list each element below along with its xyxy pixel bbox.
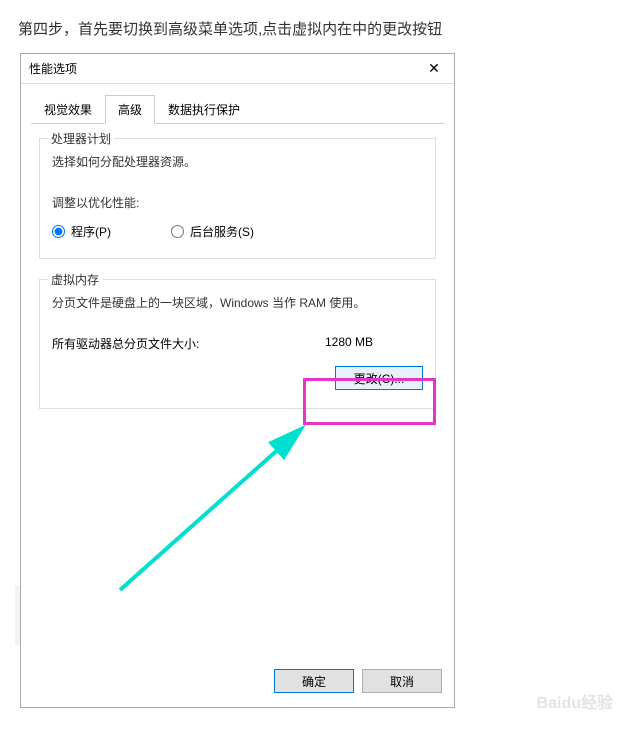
radio-programs[interactable]: 程序(P) bbox=[52, 223, 111, 240]
radio-programs-input[interactable] bbox=[52, 225, 65, 238]
instruction-text: 第四步，首先要切换到高级菜单选项,点击虚拟内在中的更改按钮 bbox=[0, 0, 633, 53]
change-button-wrap: 更改(C)... bbox=[52, 366, 423, 390]
tab-dep[interactable]: 数据执行保护 bbox=[155, 95, 253, 124]
tab-row: 视觉效果 高级 数据执行保护 bbox=[31, 94, 444, 124]
processor-legend: 处理器计划 bbox=[48, 130, 114, 147]
dialog-title: 性能选项 bbox=[29, 60, 77, 77]
vm-desc: 分页文件是硬盘上的一块区域，Windows 当作 RAM 使用。 bbox=[52, 294, 423, 311]
change-button[interactable]: 更改(C)... bbox=[335, 366, 423, 390]
vm-total-label: 所有驱动器总分页文件大小: bbox=[52, 335, 199, 352]
tab-visual-effects[interactable]: 视觉效果 bbox=[31, 95, 105, 124]
vm-total-row: 所有驱动器总分页文件大小: 1280 MB bbox=[52, 335, 423, 352]
radio-programs-label: 程序(P) bbox=[71, 223, 111, 240]
vm-legend: 虚拟内存 bbox=[48, 271, 102, 288]
vm-total-value: 1280 MB bbox=[325, 335, 373, 352]
radio-background-label: 后台服务(S) bbox=[190, 223, 254, 240]
dialog-body: 处理器计划 选择如何分配处理器资源。 调整以优化性能: 程序(P) 后台服务(S… bbox=[21, 124, 454, 439]
dialog-titlebar: 性能选项 ✕ bbox=[21, 54, 454, 84]
ok-button[interactable]: 确定 bbox=[274, 669, 354, 693]
radio-background-input[interactable] bbox=[171, 225, 184, 238]
close-button[interactable]: ✕ bbox=[414, 54, 454, 83]
watermark: Baidu经验 bbox=[537, 689, 613, 713]
radio-background[interactable]: 后台服务(S) bbox=[171, 223, 254, 240]
tab-advanced[interactable]: 高级 bbox=[105, 95, 155, 124]
virtual-memory-group: 虚拟内存 分页文件是硬盘上的一块区域，Windows 当作 RAM 使用。 所有… bbox=[39, 279, 436, 409]
processor-schedule-group: 处理器计划 选择如何分配处理器资源。 调整以优化性能: 程序(P) 后台服务(S… bbox=[39, 138, 436, 259]
adjust-label: 调整以优化性能: bbox=[52, 194, 423, 211]
close-icon: ✕ bbox=[428, 60, 440, 77]
processor-desc: 选择如何分配处理器资源。 bbox=[52, 153, 423, 170]
radio-row: 程序(P) 后台服务(S) bbox=[52, 223, 423, 240]
performance-options-dialog: 性能选项 ✕ 视觉效果 高级 数据执行保护 处理器计划 选择如何分配处理器资源。… bbox=[20, 53, 455, 708]
cancel-button[interactable]: 取消 bbox=[362, 669, 442, 693]
dialog-footer: 确定 取消 bbox=[21, 659, 454, 707]
